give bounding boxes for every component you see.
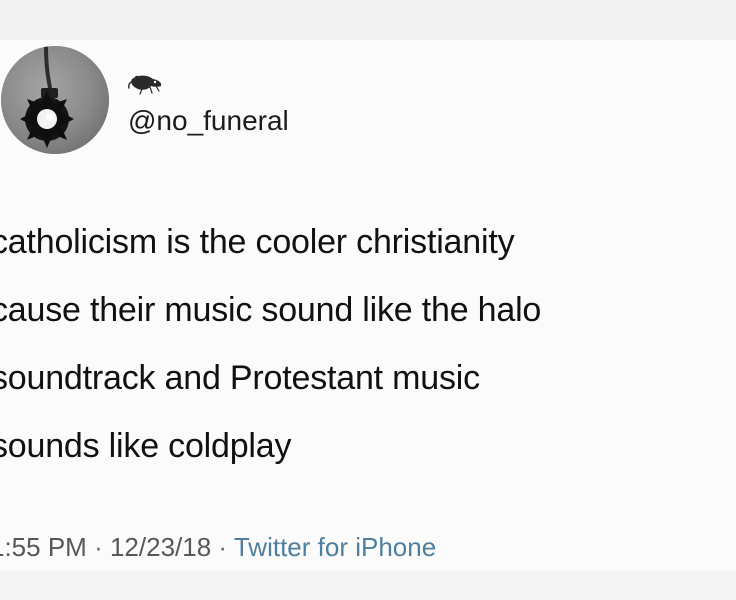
bottom-background-band — [0, 570, 736, 600]
tweet-time: 1:55 PM — [0, 532, 87, 562]
top-background-band — [0, 0, 736, 40]
metadata-separator: · — [218, 532, 228, 562]
dark-ornament-pendant-icon — [1, 46, 109, 154]
metadata-separator: · — [94, 532, 103, 562]
tweet-body: catholicism is the cooler christianity c… — [0, 208, 731, 480]
tweet-source-link[interactable]: Twitter for iPhone — [234, 532, 436, 562]
tweet-screenshot: @no_funeral catholicism is the cooler ch… — [0, 0, 736, 600]
user-handle[interactable]: @no_funeral — [128, 104, 289, 138]
profile-avatar[interactable] — [1, 46, 109, 154]
tweet-line-2: cause their music sound like the halo — [0, 291, 542, 329]
tweet-date: 12/23/18 — [109, 532, 212, 562]
tweet-line-4: sounds like coldplay — [0, 427, 292, 465]
tweet-line-3: soundtrack and Protestant music — [0, 359, 480, 397]
tweet-metadata: 1:55 PM · 12/23/18 · Twitter for iPhone — [0, 530, 436, 564]
rat-icon — [128, 70, 164, 96]
tweet-line-1: catholicism is the cooler christianity — [0, 223, 515, 261]
